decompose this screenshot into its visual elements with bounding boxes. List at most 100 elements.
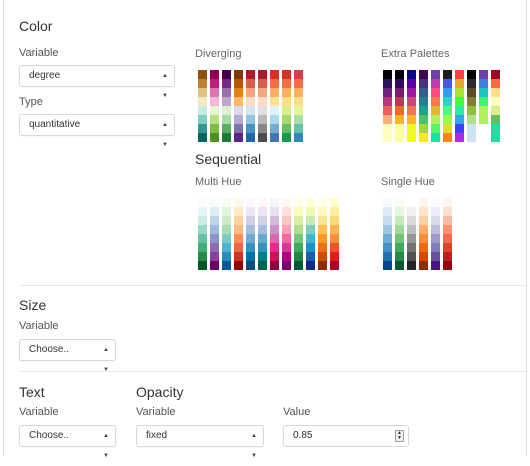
palette-multi-hue-6[interactable] <box>258 198 267 270</box>
palette-multi-hue-11[interactable] <box>318 198 327 270</box>
palette-diverging-4[interactable] <box>234 70 243 142</box>
palette-multi-hue-10[interactable] <box>306 198 315 270</box>
palette-swatch <box>395 234 404 243</box>
palette-single-hue-4[interactable] <box>419 198 428 270</box>
palette-multi-hue-2[interactable] <box>210 198 219 270</box>
palette-swatch <box>383 198 392 207</box>
palette-swatch <box>270 115 279 124</box>
palette-swatch <box>222 243 231 252</box>
palette-swatch <box>383 88 392 97</box>
text-variable-select[interactable]: Choose.. ▲ ▼ <box>19 425 116 459</box>
palette-swatch <box>383 252 392 261</box>
palette-extra-8[interactable] <box>467 70 476 142</box>
palette-multi-hue-4[interactable] <box>234 198 243 270</box>
palette-diverging-3[interactable] <box>222 70 231 142</box>
palette-swatch <box>383 97 392 106</box>
palette-diverging-9[interactable] <box>294 70 303 142</box>
palette-swatch <box>282 97 291 106</box>
palette-swatch <box>210 225 219 234</box>
palette-swatch <box>294 234 303 243</box>
palette-swatch <box>258 243 267 252</box>
palette-multi-hue-7[interactable] <box>270 198 279 270</box>
palette-swatch <box>443 88 452 97</box>
palette-extra-9[interactable] <box>479 70 488 142</box>
palette-extra-10[interactable] <box>491 70 500 142</box>
palette-swatch <box>246 97 255 106</box>
palette-swatch <box>491 124 500 133</box>
palette-swatch <box>270 70 279 79</box>
palette-swatch <box>318 243 327 252</box>
palette-diverging-6[interactable] <box>258 70 267 142</box>
palette-swatch <box>294 115 303 124</box>
palette-diverging-7[interactable] <box>270 70 279 142</box>
palette-multi-hue-3[interactable] <box>222 198 231 270</box>
diverging-label: Diverging <box>195 48 242 60</box>
palette-swatch <box>246 115 255 124</box>
palette-extra-7[interactable] <box>455 70 464 142</box>
palette-swatch <box>467 124 476 133</box>
palette-swatch <box>491 115 500 124</box>
palette-single-hue-2[interactable] <box>395 198 404 270</box>
palette-swatch <box>258 106 267 115</box>
palette-multi-hue-1[interactable] <box>198 198 207 270</box>
palette-single-hue-5[interactable] <box>431 198 440 270</box>
palette-extra-2[interactable] <box>395 70 404 142</box>
palette-swatch <box>258 88 267 97</box>
opacity-value-text: 0.85 <box>293 430 313 441</box>
palette-swatch <box>431 124 440 133</box>
palette-swatch <box>294 216 303 225</box>
palette-extra-1[interactable] <box>383 70 392 142</box>
palette-multi-hue-9[interactable] <box>294 198 303 270</box>
palette-swatch <box>467 70 476 79</box>
palette-multi-hue-12[interactable] <box>330 198 339 270</box>
size-variable-value: Choose.. <box>29 344 70 355</box>
palette-swatch <box>270 124 279 133</box>
palette-swatch <box>395 124 404 133</box>
palette-swatch <box>258 261 267 270</box>
palette-swatch <box>407 124 416 133</box>
palette-swatch <box>222 216 231 225</box>
palette-multi-hue-5[interactable] <box>246 198 255 270</box>
opacity-value-input[interactable]: 0.85 ▲ ▼ <box>283 425 409 447</box>
palette-swatch <box>419 70 428 79</box>
palette-extra-4[interactable] <box>419 70 428 142</box>
palette-swatch <box>479 97 488 106</box>
palette-swatch <box>431 198 440 207</box>
select-arrows-icon: ▲ ▼ <box>162 122 168 148</box>
palette-swatch <box>407 133 416 142</box>
palette-swatch <box>258 225 267 234</box>
palette-swatch <box>330 225 339 234</box>
palette-swatch <box>407 234 416 243</box>
palette-swatch <box>431 88 440 97</box>
palette-swatch <box>491 133 500 142</box>
palette-single-hue-1[interactable] <box>383 198 392 270</box>
palette-single-hue-3[interactable] <box>407 198 416 270</box>
spinner-icon[interactable]: ▲ ▼ <box>395 430 404 442</box>
palette-swatch <box>234 252 243 261</box>
palette-swatch <box>234 234 243 243</box>
palette-swatch <box>443 97 452 106</box>
palette-multi-hue-8[interactable] <box>282 198 291 270</box>
palette-swatch <box>491 79 500 88</box>
palette-swatch <box>246 207 255 216</box>
color-variable-select[interactable]: degree ▲ ▼ <box>19 65 175 99</box>
palette-swatch <box>407 88 416 97</box>
size-variable-select[interactable]: Choose.. ▲ ▼ <box>19 339 116 373</box>
palette-swatch <box>306 198 315 207</box>
palette-swatch <box>443 198 452 207</box>
palette-swatch <box>282 243 291 252</box>
palette-swatch <box>419 79 428 88</box>
palette-swatch <box>246 216 255 225</box>
palette-extra-3[interactable] <box>407 70 416 142</box>
palette-single-hue-6[interactable] <box>443 198 452 270</box>
opacity-variable-select[interactable]: fixed ▲ ▼ <box>136 425 264 459</box>
palette-diverging-8[interactable] <box>282 70 291 142</box>
palette-diverging-2[interactable] <box>210 70 219 142</box>
palette-extra-5[interactable] <box>431 70 440 142</box>
palette-swatch <box>306 207 315 216</box>
color-type-select[interactable]: quantitative ▲ ▼ <box>19 114 175 148</box>
palette-diverging-5[interactable] <box>246 70 255 142</box>
palette-diverging-1[interactable] <box>198 70 207 142</box>
palette-extra-6[interactable] <box>443 70 452 142</box>
palette-swatch <box>210 106 219 115</box>
